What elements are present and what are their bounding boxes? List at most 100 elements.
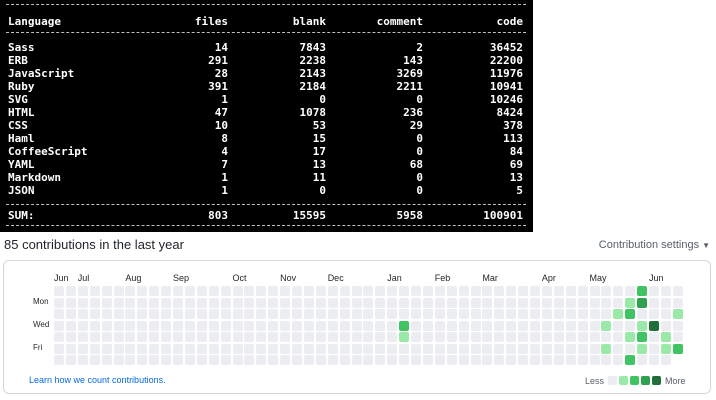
contribution-day-cell[interactable]	[315, 309, 326, 319]
contribution-day-cell[interactable]	[208, 332, 219, 342]
contribution-day-cell[interactable]	[470, 355, 481, 365]
contribution-settings-dropdown[interactable]: Contribution settings ▼	[599, 239, 710, 251]
contribution-day-cell[interactable]	[54, 309, 64, 319]
contribution-day-cell[interactable]	[530, 332, 540, 342]
contribution-day-cell[interactable]	[625, 286, 636, 296]
contribution-day-cell[interactable]	[161, 332, 172, 342]
contribution-day-cell[interactable]	[292, 343, 302, 354]
contribution-day-cell[interactable]	[184, 355, 195, 365]
contribution-day-cell[interactable]	[315, 286, 326, 296]
contribution-day-cell[interactable]	[137, 309, 148, 319]
contribution-day-cell[interactable]	[54, 355, 64, 365]
contribution-day-cell[interactable]	[292, 286, 302, 296]
contribution-day-cell[interactable]	[494, 332, 505, 342]
contribution-day-cell[interactable]	[280, 355, 291, 365]
contribution-day-cell[interactable]	[184, 332, 195, 342]
contribution-day-cell[interactable]	[434, 343, 445, 354]
contribution-day-cell[interactable]	[256, 297, 267, 308]
contribution-day-cell[interactable]	[565, 355, 576, 365]
contribution-day-cell[interactable]	[601, 309, 612, 319]
contribution-day-cell[interactable]	[577, 286, 588, 296]
contribution-day-cell[interactable]	[220, 309, 231, 319]
contribution-day-cell[interactable]	[565, 343, 576, 354]
contribution-day-cell[interactable]	[660, 320, 671, 331]
contribution-day-cell[interactable]	[54, 332, 64, 342]
contribution-day-cell[interactable]	[208, 355, 219, 365]
contribution-day-cell[interactable]	[208, 309, 219, 319]
contribution-day-cell[interactable]	[470, 286, 481, 296]
contribution-day-cell[interactable]	[268, 355, 279, 365]
contribution-day-cell[interactable]	[411, 320, 421, 331]
contribution-day-cell[interactable]	[494, 355, 505, 365]
contribution-day-cell[interactable]	[244, 332, 255, 342]
contribution-day-cell[interactable]	[101, 355, 112, 365]
contribution-day-cell[interactable]	[494, 343, 505, 354]
contribution-day-cell[interactable]	[375, 355, 386, 365]
contribution-day-cell[interactable]	[458, 332, 469, 342]
contribution-day-cell[interactable]	[458, 309, 469, 319]
contribution-day-cell[interactable]	[303, 343, 314, 354]
contribution-day-cell[interactable]	[280, 297, 291, 308]
contribution-day-cell[interactable]	[339, 332, 350, 342]
contribution-day-cell[interactable]	[77, 309, 88, 319]
contribution-day-cell[interactable]	[363, 286, 374, 296]
contribution-day-cell[interactable]	[613, 286, 624, 296]
contribution-day-cell[interactable]	[672, 297, 683, 308]
contribution-day-cell[interactable]	[422, 286, 433, 296]
contribution-day-cell[interactable]	[327, 343, 338, 354]
contribution-day-cell[interactable]	[506, 355, 517, 365]
contribution-day-cell[interactable]	[113, 297, 124, 308]
contribution-day-cell[interactable]	[494, 320, 505, 331]
contribution-day-cell[interactable]	[161, 343, 172, 354]
contribution-day-cell[interactable]	[184, 286, 195, 296]
contribution-day-cell[interactable]	[280, 309, 291, 319]
contribution-day-cell[interactable]	[399, 332, 410, 342]
contribution-day-cell[interactable]	[506, 332, 517, 342]
contribution-day-cell[interactable]	[387, 355, 398, 365]
contribution-day-cell[interactable]	[89, 309, 100, 319]
contribution-day-cell[interactable]	[65, 332, 76, 342]
contribution-day-cell[interactable]	[220, 320, 231, 331]
contribution-day-cell[interactable]	[327, 309, 338, 319]
contribution-day-cell[interactable]	[565, 286, 576, 296]
contribution-day-cell[interactable]	[446, 297, 457, 308]
contribution-day-cell[interactable]	[351, 309, 362, 319]
contribution-day-cell[interactable]	[292, 355, 302, 365]
contribution-day-cell[interactable]	[541, 332, 552, 342]
contribution-day-cell[interactable]	[125, 332, 136, 342]
contribution-day-cell[interactable]	[434, 309, 445, 319]
contribution-day-cell[interactable]	[113, 286, 124, 296]
contribution-day-cell[interactable]	[363, 332, 374, 342]
contribution-day-cell[interactable]	[577, 297, 588, 308]
contribution-day-cell[interactable]	[518, 355, 529, 365]
contribution-day-cell[interactable]	[411, 309, 421, 319]
contribution-day-cell[interactable]	[280, 343, 291, 354]
contribution-day-cell[interactable]	[101, 297, 112, 308]
contribution-day-cell[interactable]	[589, 355, 600, 365]
contribution-day-cell[interactable]	[173, 332, 183, 342]
contribution-day-cell[interactable]	[220, 343, 231, 354]
contribution-day-cell[interactable]	[518, 320, 529, 331]
contribution-day-cell[interactable]	[196, 309, 207, 319]
contribution-day-cell[interactable]	[173, 343, 183, 354]
contribution-day-cell[interactable]	[77, 297, 88, 308]
contribution-day-cell[interactable]	[173, 309, 183, 319]
contribution-day-cell[interactable]	[54, 297, 64, 308]
contribution-day-cell[interactable]	[601, 332, 612, 342]
contribution-day-cell[interactable]	[553, 355, 564, 365]
contribution-day-cell[interactable]	[363, 320, 374, 331]
contribution-day-cell[interactable]	[137, 343, 148, 354]
contribution-day-cell[interactable]	[625, 309, 636, 319]
contribution-day-cell[interactable]	[196, 320, 207, 331]
contribution-day-cell[interactable]	[113, 309, 124, 319]
contribution-day-cell[interactable]	[232, 332, 243, 342]
contribution-day-cell[interactable]	[244, 320, 255, 331]
contribution-day-cell[interactable]	[89, 297, 100, 308]
contribution-day-cell[interactable]	[672, 309, 683, 319]
contribution-day-cell[interactable]	[113, 320, 124, 331]
contribution-day-cell[interactable]	[494, 309, 505, 319]
contribution-day-cell[interactable]	[220, 286, 231, 296]
contribution-day-cell[interactable]	[292, 297, 302, 308]
contribution-day-cell[interactable]	[530, 320, 540, 331]
contribution-day-cell[interactable]	[482, 343, 493, 354]
